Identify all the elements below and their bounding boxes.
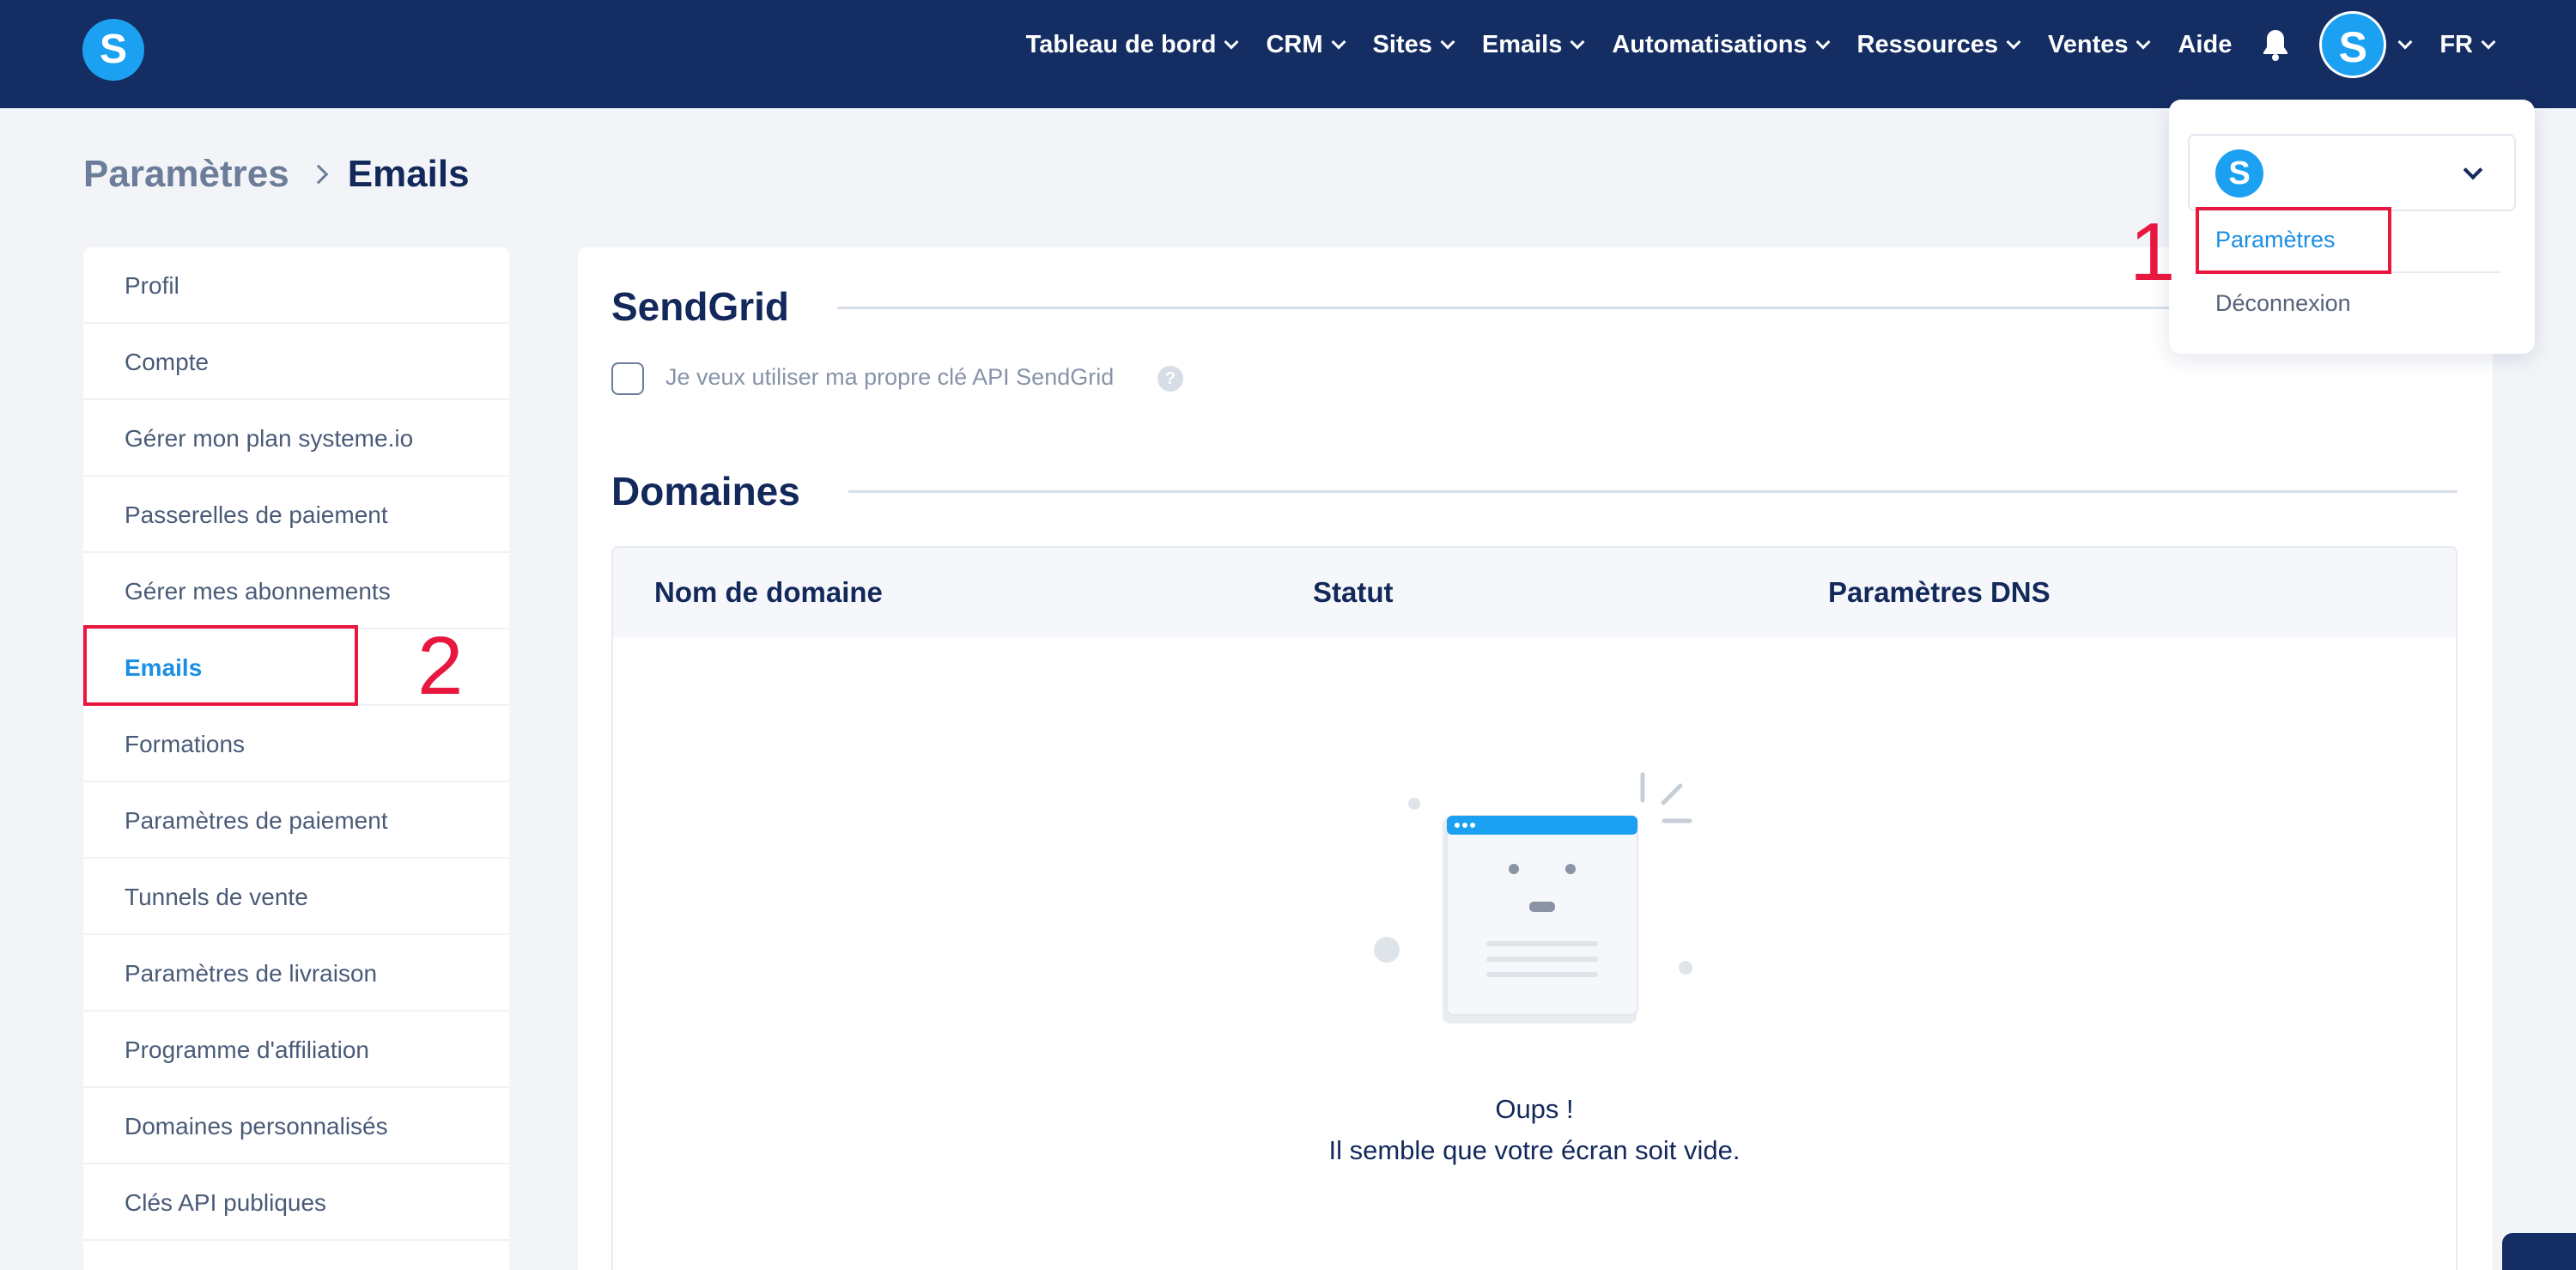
empty-state-message: Il semble que votre écran soit vide. [1328,1135,1741,1165]
step-1-highlight [2196,207,2391,274]
settings-sidebar: Profil Compte Gérer mon plan systeme.io … [83,247,509,1270]
sidebar-item-label: Profil [125,272,179,299]
chevron-down-icon [1440,34,1455,50]
chevron-down-icon [2006,34,2021,50]
sendgrid-checkbox-label[interactable]: Je veux utiliser ma propre clé API SendG… [665,364,1114,391]
sidebar-item-label: Compte [125,349,210,375]
nav-label: Ventes [2047,30,2129,58]
column-header-dns: Paramètres DNS [1828,576,2050,608]
language-selector[interactable]: FR [2439,30,2496,59]
sidebar-item-label: Paramètres de livraison [125,960,378,987]
sidebar-item-label: Gérer mes abonnements [125,578,391,605]
nav-tableau-de-bord[interactable]: Tableau de bord [1025,30,1239,59]
sidebar-item-tunnels[interactable]: Tunnels de vente [83,859,509,935]
nav-label: CRM [1266,30,1323,58]
sidebar-item-abonnements[interactable]: Gérer mes abonnements [83,553,509,629]
menu-item-deconnexion[interactable]: Déconnexion [2215,290,2351,317]
sidebar-item-label: Passerelles de paiement [125,501,388,528]
sidebar-item-domaines[interactable]: Domaines personnalisés [83,1088,509,1164]
sidebar-item-plan[interactable]: Gérer mon plan systeme.io [83,400,509,477]
chevron-down-icon [2481,34,2496,50]
sidebar-item-parametres-paiement[interactable]: Paramètres de paiement [83,782,509,859]
nav-emails[interactable]: Emails [1481,30,1585,59]
sidebar-item-label: Gérer mon plan systeme.io [125,425,414,452]
nav-label: Tableau de bord [1025,30,1217,58]
language-label: FR [2439,30,2473,58]
nav-crm[interactable]: CRM [1266,30,1346,59]
chevron-down-icon [1815,34,1831,50]
bell-icon[interactable] [2261,27,2290,62]
step-2-highlight [83,625,358,706]
sidebar-item-compte[interactable]: Compte [83,324,509,400]
nav-automatisations[interactable]: Automatisations [1612,30,1831,59]
column-header-domain: Nom de domaine [654,576,883,608]
step-2-number: 2 [417,620,464,712]
domains-section-title: Domaines [611,469,800,513]
sidebar-item-label: Tunnels de vente [125,884,308,910]
breadcrumb-root[interactable]: Paramètres [83,153,289,196]
page-title: Emails [347,153,470,195]
section-divider [848,490,2458,493]
step-1-number: 1 [2129,206,2176,298]
chevron-right-icon [308,164,329,185]
chevron-down-icon [2397,34,2413,50]
sidebar-item-cles-api[interactable]: Clés API publiques [83,1164,509,1241]
sidebar-item-label: Clés API publiques [125,1189,327,1216]
nav-sites[interactable]: Sites [1372,30,1455,59]
avatar: S [2319,11,2387,78]
sidebar-item-affiliation[interactable]: Programme d'affiliation [83,1012,509,1088]
systeme-logo[interactable]: S [82,19,144,81]
breadcrumb: Paramètres Emails [83,153,470,196]
chat-widget-button[interactable] [2502,1233,2576,1270]
account-switcher[interactable]: S [2188,134,2516,211]
main-nav: Tableau de bord CRM Sites Emails Automat… [1025,0,2496,89]
nav-label: Automatisations [1612,30,1807,58]
sendgrid-section-title: SendGrid [611,284,790,329]
account-menu-toggle[interactable]: S [2319,11,2413,78]
sidebar-item-livraison[interactable]: Paramètres de livraison [83,935,509,1012]
chevron-down-icon [1570,34,1585,50]
empty-state-title: Oups ! [1495,1094,1574,1124]
top-navigation-bar: S Tableau de bord CRM Sites Emails Autom… [0,0,2576,108]
nav-label: Ressources [1856,30,1998,58]
nav-label: Sites [1372,30,1432,58]
chevron-down-icon [1224,34,1239,50]
sidebar-item-formations[interactable]: Formations [83,706,509,782]
nav-aide[interactable]: Aide [2178,31,2232,59]
table-header: Nom de domaine Statut Paramètres DNS [613,548,2456,637]
sidebar-item-profil[interactable]: Profil [83,247,509,324]
nav-ressources[interactable]: Ressources [1856,30,2021,59]
account-logo: S [2215,149,2263,197]
empty-state-illustration [1374,772,1692,1024]
column-header-status: Statut [1313,576,1394,608]
sidebar-item-passerelles[interactable]: Passerelles de paiement [83,477,509,553]
chevron-down-icon [1331,34,1346,50]
nav-label: Emails [1481,30,1563,58]
chevron-down-icon [2463,160,2483,180]
sidebar-item-label: Domaines personnalisés [125,1113,388,1139]
help-icon[interactable]: ? [1157,366,1183,392]
sidebar-item-label: Programme d'affiliation [125,1036,369,1063]
sendgrid-api-checkbox[interactable] [611,362,644,395]
nav-ventes[interactable]: Ventes [2047,30,2151,59]
chevron-down-icon [2136,34,2151,50]
sidebar-item-label: Paramètres de paiement [125,807,388,834]
sidebar-item-label: Formations [125,731,246,757]
